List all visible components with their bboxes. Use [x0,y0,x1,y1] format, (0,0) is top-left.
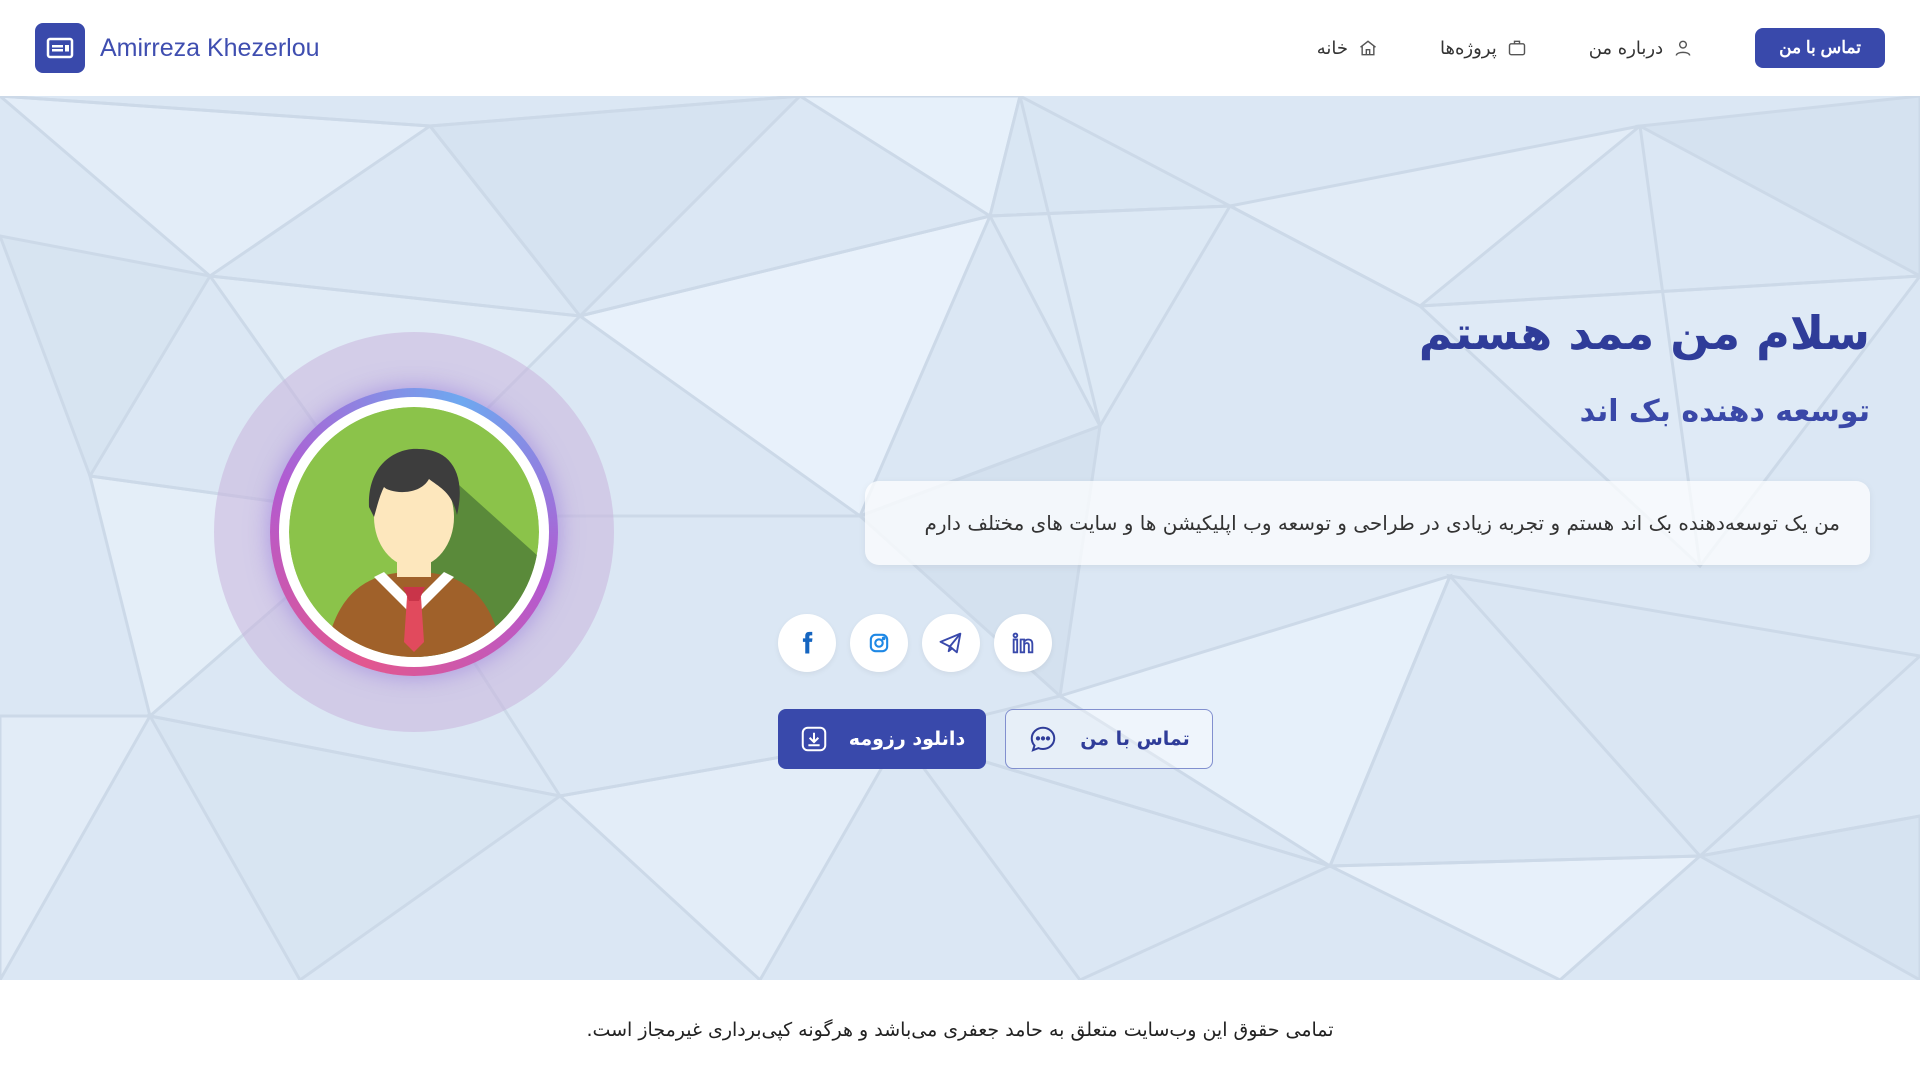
telegram-icon [939,632,962,654]
hero-subtitle: توسعه دهنده بک اند [1579,394,1870,429]
logo-icon [35,23,85,73]
contact-me-button[interactable]: تماس با من [1005,709,1213,769]
main-nav: خانه پروژه‌ها درباره من تماس با من [1317,28,1885,68]
contact-me-label: تماس با من [1080,728,1190,750]
nav-contact-button[interactable]: تماس با من [1755,28,1885,68]
site-header: Amirreza Khezerlou خانه پروژه‌ها درباره … [0,0,1920,96]
nav-about-label: درباره من [1588,37,1664,59]
home-icon [1360,40,1376,56]
brand[interactable]: Amirreza Khezerlou [35,23,320,73]
avatar [289,407,539,657]
brand-name: Amirreza Khezerlou [100,33,320,62]
download-icon [801,726,827,752]
instagram-link[interactable] [850,614,908,672]
chat-icon [1030,726,1056,752]
nav-home[interactable]: خانه [1317,38,1378,59]
telegram-link[interactable] [922,614,980,672]
hero-description-text: من یک توسعه‌دهنده بک اند هستم و تجربه زی… [924,511,1840,535]
user-icon [1675,40,1691,56]
site-footer: تمامی حقوق این وب‌سایت متعلق به حامد جعف… [0,980,1920,1080]
nav-about[interactable]: درباره من [1589,38,1693,59]
download-resume-label: دانلود رزومه [848,728,966,750]
nav-projects[interactable]: پروژه‌ها [1440,38,1527,59]
facebook-icon [802,631,813,654]
download-resume-button[interactable]: دانلود رزومه [778,709,986,769]
social-links [778,614,1052,672]
instagram-icon [869,633,889,653]
hero-description: من یک توسعه‌دهنده بک اند هستم و تجربه زی… [865,481,1870,565]
briefcase-icon [1508,40,1525,56]
nav-projects-label: پروژه‌ها [1439,37,1497,59]
nav-home-label: خانه [1316,37,1348,59]
facebook-link[interactable] [778,614,836,672]
hero-title: سلام من ممد هستم [1418,306,1870,360]
linkedin-icon [1012,632,1034,654]
hero-section: سلام من ممد هستم توسعه دهنده بک اند من ی… [0,96,1920,980]
linkedin-link[interactable] [994,614,1052,672]
copyright-text: تمامی حقوق این وب‌سایت متعلق به حامد جعف… [586,1019,1334,1041]
